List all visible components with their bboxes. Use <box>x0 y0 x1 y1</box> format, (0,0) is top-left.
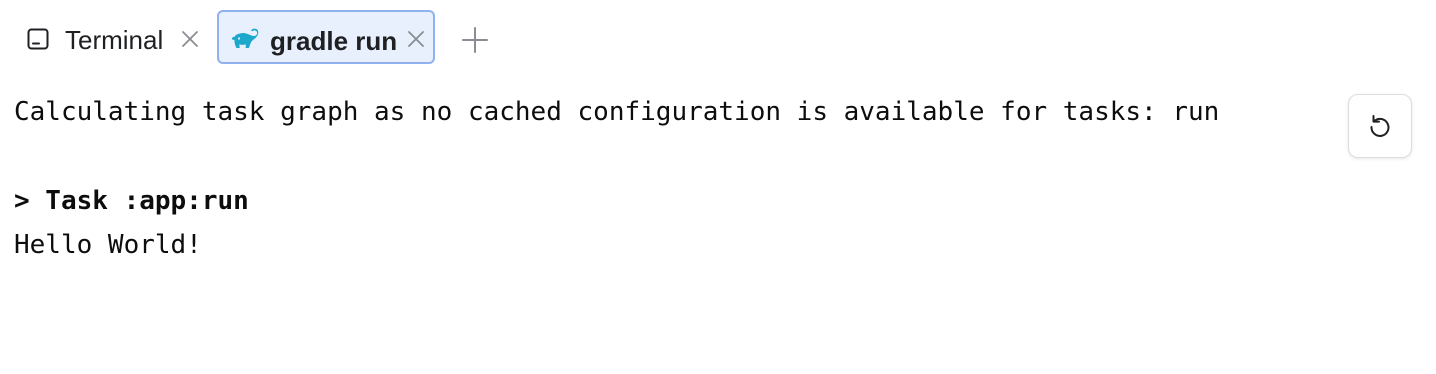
plus-icon[interactable] <box>461 26 489 54</box>
tab-gradle-run[interactable]: gradle run <box>217 10 435 64</box>
close-icon[interactable] <box>407 30 425 48</box>
terminal-icon <box>27 28 49 50</box>
rerun-button[interactable] <box>1348 94 1412 158</box>
console-line: Hello World! <box>14 230 202 260</box>
rerun-icon <box>1370 115 1390 137</box>
gradle-elephant-icon <box>231 28 259 48</box>
tab-label: Terminal <box>65 25 164 55</box>
close-icon[interactable] <box>181 30 199 48</box>
console-task-line: > Task :app:run <box>14 186 249 216</box>
tab-label: gradle run <box>270 26 398 56</box>
console-line: Calculating task graph as no cached conf… <box>14 97 1220 127</box>
tab-bar: Terminal gradle run <box>0 10 1436 66</box>
tab-terminal[interactable]: Terminal <box>16 10 206 64</box>
